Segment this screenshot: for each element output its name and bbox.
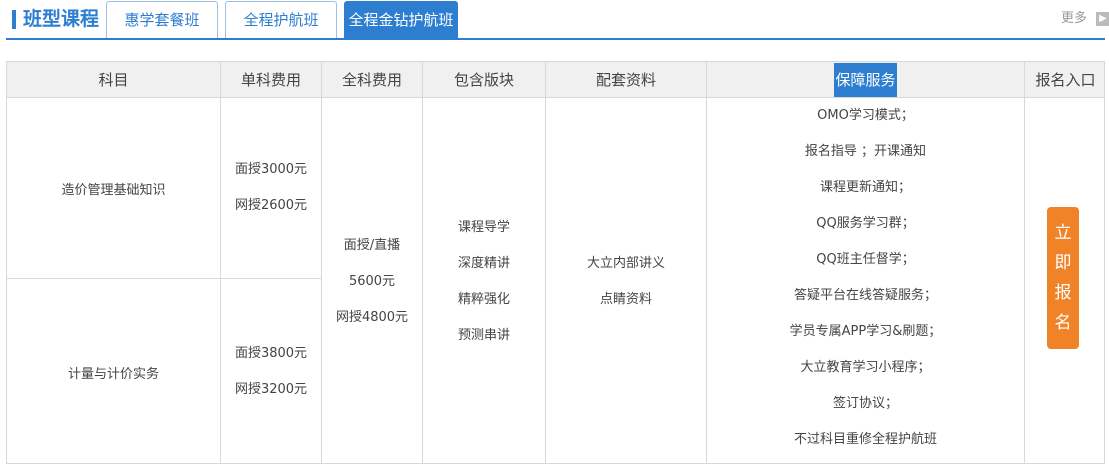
service-item: 答疑平台在线答疑服务； [793,288,937,303]
col-header-all-fee: 全科费用 [322,62,423,98]
subject-name: 造价管理基础知识 [61,182,166,198]
service-item: 不过科目重修全程护航班 [793,432,937,447]
module-item: 预测串讲 [457,327,510,343]
fee-offline: 面授3800元 [234,346,308,361]
subject-cell-1: 造价管理基础知识 [7,98,221,279]
service-item: 学员专属APP学习&刷题； [789,324,942,339]
tab-diamond-escort[interactable]: 全程金钻护航班 [344,1,458,38]
tab-full-escort[interactable]: 全程护航班 [225,1,337,38]
all-fee-offline: 5600元 [348,273,396,289]
service-item: 课程更新通知； [819,180,911,195]
single-fee-cell-2: 面授3800元 网授3200元 [221,279,322,463]
module-item: 课程导学 [457,219,510,235]
title-accent-bar [12,10,16,29]
col-header-materials: 配套资料 [546,62,707,98]
section-title: 班型课程 [23,8,100,30]
service-item: 报名指导 ；开课通知 [804,144,927,159]
course-table: 科目 单科费用 全科费用 包含版块 配套资料 保障服务 报名入口 造价管理基础知… [6,61,1105,464]
tab-discount-package[interactable]: 惠学套餐班 [106,1,218,38]
col-header-subject: 科目 [7,62,221,98]
section-header: 班型课程 惠学套餐班 全程护航班 全程金钻护航班 更多 ▶ [6,0,1109,40]
subject-cell-2: 计量与计价实务 [7,279,221,463]
more-arrow-icon[interactable]: ▶ [1096,12,1109,26]
single-fee-cell-1: 面授3000元 网授2600元 [221,98,322,279]
more-link[interactable]: 更多 [1061,10,1087,28]
subject-name: 计量与计价实务 [67,366,159,382]
fee-online: 网授3200元 [234,382,308,397]
col-header-modules: 包含版块 [423,62,546,98]
service-item: OMO学习模式； [817,108,914,123]
col-header-single-fee: 单科费用 [221,62,322,98]
service-item: QQ班主任督学； [816,252,915,267]
service-item: QQ服务学习群； [816,216,915,231]
service-item: 大立教育学习小程序； [800,360,931,375]
col-header-services: 保障服务 [707,62,1025,98]
col-header-enroll: 报名入口 [1025,62,1104,98]
all-fee-cell: 面授/直播 5600元 网授4800元 [322,98,423,463]
enroll-now-button[interactable]: 立 即 报 名 [1047,207,1079,349]
fee-offline: 面授3000元 [234,162,308,177]
materials-cell: 大立内部讲义 点睛资料 [546,98,707,463]
all-fee-label: 面授/直播 [343,237,401,253]
all-fee-online: 网授4800元 [335,309,409,325]
material-item: 点睛资料 [599,291,652,307]
modules-cell: 课程导学 深度精讲 精粹强化 预测串讲 [423,98,546,463]
services-cell: OMO学习模式； 报名指导 ；开课通知 课程更新通知； QQ服务学习群； QQ班… [707,98,1025,463]
fee-online: 网授2600元 [234,198,308,213]
module-item: 深度精讲 [457,255,510,271]
module-item: 精粹强化 [457,291,510,307]
material-item: 大立内部讲义 [586,255,665,271]
service-item: 签订协议； [832,396,898,411]
